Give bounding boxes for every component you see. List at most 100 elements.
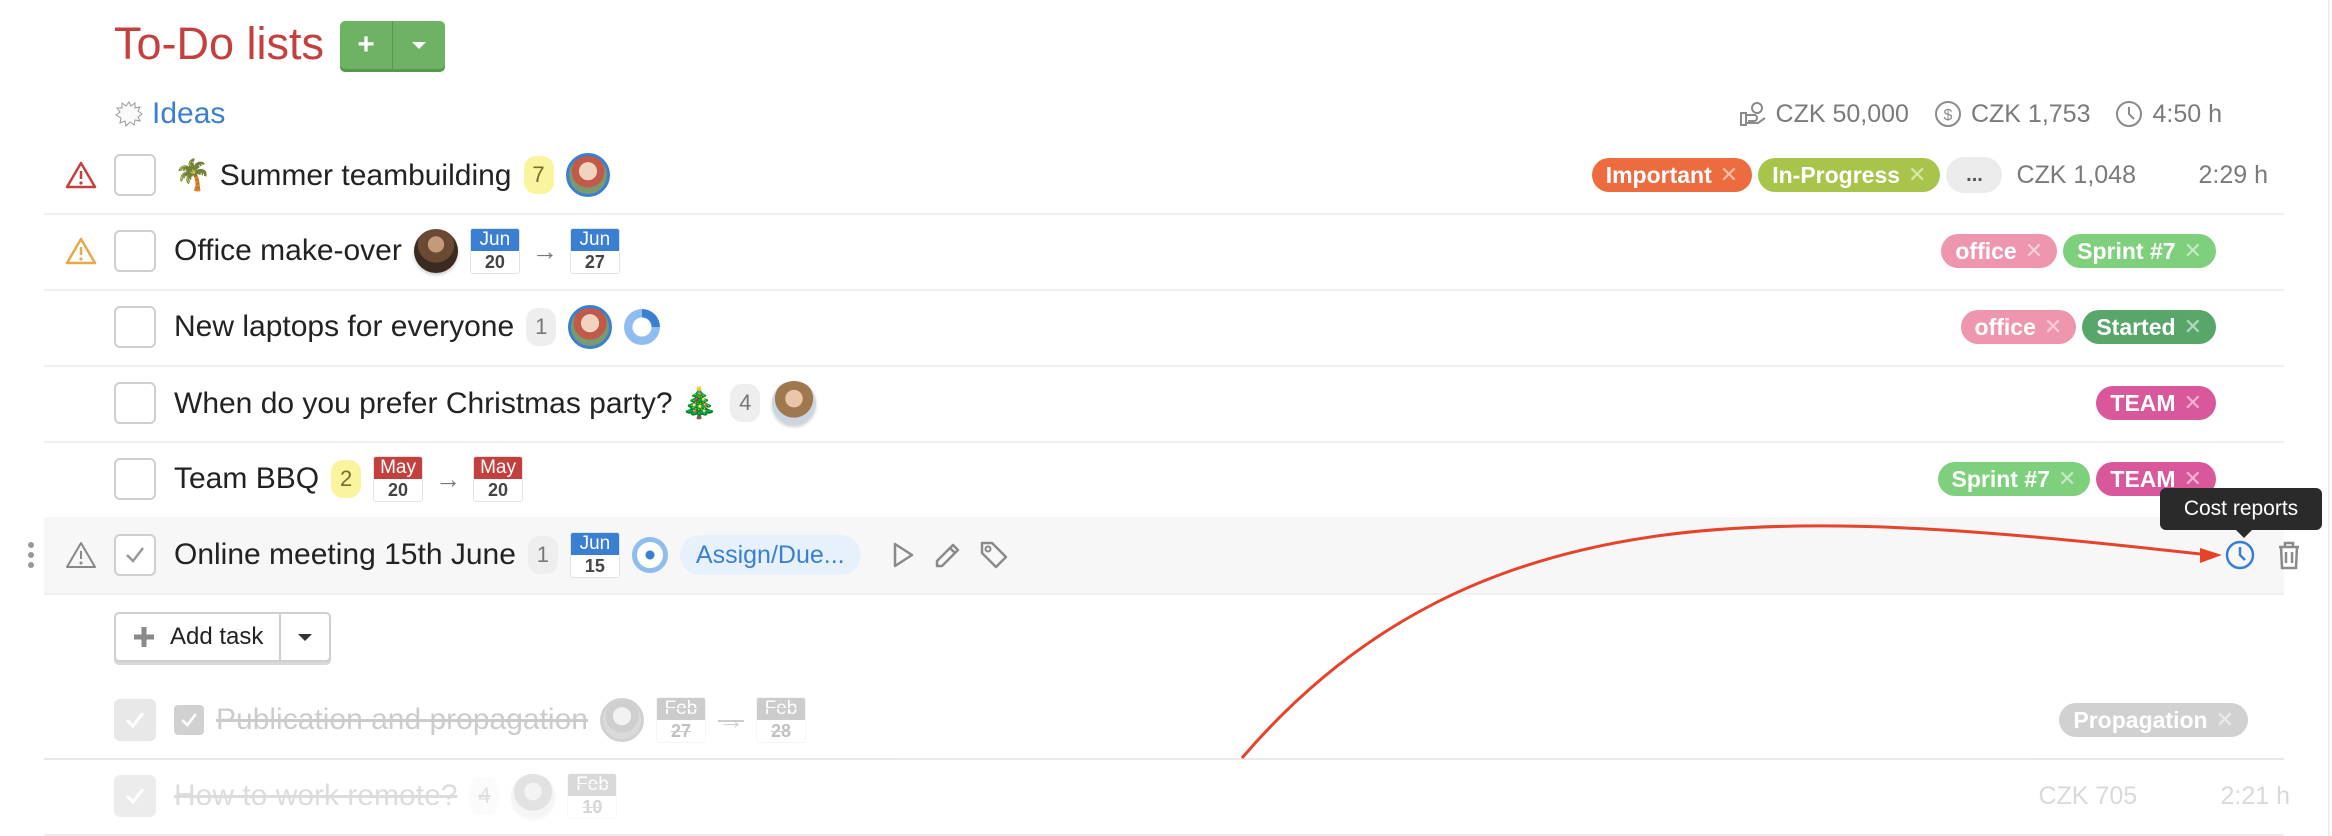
task-checkbox-checked[interactable] bbox=[114, 699, 156, 741]
comment-count-badge[interactable]: 7 bbox=[523, 156, 554, 194]
task-title[interactable]: 🌴 Summer teambuilding bbox=[174, 158, 512, 193]
plus-icon: + bbox=[357, 28, 375, 61]
due-date[interactable]: May 20 bbox=[473, 456, 524, 502]
remove-tag-icon[interactable]: ✕ bbox=[2058, 466, 2076, 492]
progress-donut bbox=[631, 537, 668, 573]
add-task-menu-button[interactable] bbox=[279, 614, 329, 660]
comment-count-badge[interactable]: 1 bbox=[526, 308, 557, 346]
task-checkbox[interactable] bbox=[114, 154, 156, 196]
task-row[interactable]: When do you prefer Christmas party? 🎄 4 … bbox=[44, 365, 2284, 443]
assignee-avatar[interactable] bbox=[565, 153, 610, 197]
clock-icon[interactable] bbox=[2224, 539, 2256, 571]
date-range-arrow-icon: → bbox=[717, 704, 744, 735]
tag-team[interactable]: TEAM ✕ bbox=[2096, 386, 2216, 420]
task-content: Publication and propagation Feb 27 → Feb 2… bbox=[174, 682, 806, 758]
comment-count-badge[interactable]: 2 bbox=[331, 460, 362, 498]
tag-important[interactable]: Important ✕ bbox=[1591, 158, 1753, 192]
task-title[interactable]: Team BBQ bbox=[174, 462, 319, 496]
drag-handle[interactable] bbox=[26, 517, 36, 593]
more-tags-button[interactable]: ... bbox=[1946, 157, 2003, 193]
add-list-button[interactable]: + bbox=[340, 21, 392, 69]
remove-tag-icon[interactable]: ✕ bbox=[2184, 314, 2202, 340]
remove-tag-icon[interactable]: ✕ bbox=[2216, 707, 2234, 733]
task-title[interactable]: When do you prefer Christmas party? 🎄 bbox=[174, 386, 718, 421]
task-title[interactable]: Online meeting 15th June bbox=[174, 538, 516, 572]
task-title[interactable]: How to work remote? bbox=[174, 779, 457, 813]
task-row[interactable]: Office make-over Jun 20 → Jun 27 office ✕ S… bbox=[44, 213, 2284, 291]
task-title[interactable]: Publication and propagation bbox=[216, 703, 588, 737]
due-date[interactable]: Feb 10 bbox=[567, 773, 618, 819]
thought-bubble-icon bbox=[115, 101, 143, 128]
remove-tag-icon[interactable]: ✕ bbox=[2025, 238, 2043, 264]
list-name-link[interactable]: Ideas bbox=[152, 97, 225, 131]
start-date[interactable]: May 20 bbox=[373, 456, 424, 502]
task-checkbox[interactable] bbox=[114, 230, 156, 272]
progress-donut bbox=[624, 309, 661, 345]
remove-tag-icon[interactable]: ✕ bbox=[2184, 238, 2202, 264]
task-checkbox[interactable] bbox=[114, 382, 156, 424]
budget-hand-icon bbox=[1739, 102, 1766, 126]
completed-task-row[interactable]: How to work remote? 4 Feb 10 CZK 705 2:21… bbox=[44, 758, 2290, 836]
budget-total: CZK 50,000 bbox=[1738, 99, 1909, 129]
task-checkbox[interactable] bbox=[114, 458, 156, 500]
task-content: Team BBQ 2 May 20 → May 20 bbox=[174, 441, 524, 517]
assignee-avatar[interactable] bbox=[511, 774, 556, 818]
task-checkbox[interactable] bbox=[114, 306, 156, 348]
remove-tag-icon[interactable]: ✕ bbox=[1908, 162, 1926, 188]
pencil-icon[interactable] bbox=[931, 538, 965, 572]
list-header: Ideas bbox=[114, 94, 225, 134]
tag-sprint-7[interactable]: Sprint #7 ✕ bbox=[2063, 234, 2216, 268]
remove-tag-icon[interactable]: ✕ bbox=[2044, 314, 2062, 340]
assignee-avatar[interactable] bbox=[599, 698, 644, 742]
task-title[interactable]: New laptops for everyone bbox=[174, 310, 514, 344]
tag-office[interactable]: office ✕ bbox=[1960, 310, 2077, 344]
due-date[interactable]: Feb 28 bbox=[755, 697, 806, 743]
tag-propagation[interactable]: Propagation ✕ bbox=[2059, 703, 2248, 737]
comment-count-badge[interactable]: 4 bbox=[730, 384, 761, 422]
page-title: To-Do lists bbox=[114, 18, 325, 69]
tag-sprint-7[interactable]: Sprint #7 ✕ bbox=[1937, 462, 2091, 496]
priority-icon[interactable] bbox=[64, 517, 100, 593]
dollar-circle-icon: $ bbox=[1934, 101, 1961, 127]
time-total: 4:50 h bbox=[2114, 99, 2222, 129]
start-date[interactable]: Feb 27 bbox=[655, 697, 706, 743]
task-row-hovered[interactable]: Online meeting 15th June 1 Jun 15 Assign/… bbox=[28, 517, 2299, 595]
start-date[interactable]: Jun 20 bbox=[469, 228, 520, 274]
checkbox-emoji-icon bbox=[174, 705, 204, 735]
tag-icon[interactable] bbox=[977, 538, 1011, 572]
trash-icon[interactable] bbox=[2274, 539, 2304, 571]
remove-tag-icon[interactable]: ✕ bbox=[1720, 162, 1738, 188]
date-range-arrow-icon: → bbox=[531, 235, 558, 266]
checkmark-icon bbox=[125, 712, 145, 729]
assignee-avatar[interactable] bbox=[568, 305, 613, 349]
play-icon[interactable] bbox=[885, 538, 919, 572]
task-content: Office make-over Jun 20 → Jun 27 bbox=[174, 213, 620, 289]
tag-office[interactable]: office ✕ bbox=[1941, 234, 2058, 268]
tag-started[interactable]: Started ✕ bbox=[2082, 310, 2216, 344]
priority-high-icon bbox=[64, 137, 100, 213]
assignee-avatar[interactable] bbox=[413, 229, 458, 273]
completed-task-row[interactable]: Publication and propagation Feb 27 → Feb 2… bbox=[44, 682, 2284, 760]
assignee-avatar[interactable] bbox=[772, 381, 817, 425]
add-list-menu-button[interactable] bbox=[392, 21, 445, 69]
tag-in-progress[interactable]: In-Progress ✕ bbox=[1758, 158, 1941, 192]
task-tags: Important ✕ In-Progress ✕ ... CZK 1,048 2:… bbox=[1591, 137, 2268, 213]
task-checkbox[interactable] bbox=[114, 534, 156, 576]
comment-count-badge[interactable]: 4 bbox=[469, 777, 500, 815]
task-title[interactable]: Office make-over bbox=[174, 234, 402, 268]
task-row[interactable]: New laptops for everyone 1 office ✕ Start… bbox=[44, 289, 2284, 367]
checkmark-icon bbox=[126, 547, 144, 563]
task-row[interactable]: Team BBQ 2 May 20 → May 20 Sprint #7 ✕ TEAM… bbox=[44, 441, 2284, 519]
plus-icon bbox=[134, 627, 154, 647]
task-cost: CZK 1,048 bbox=[2016, 160, 2136, 189]
due-date[interactable]: Jun 27 bbox=[569, 228, 620, 274]
assign-due-button[interactable]: Assign/Due... bbox=[679, 535, 861, 575]
task-checkbox-checked[interactable] bbox=[114, 775, 156, 817]
comment-count-badge[interactable]: 1 bbox=[527, 536, 558, 574]
remove-tag-icon[interactable]: ✕ bbox=[2184, 390, 2202, 416]
task-row[interactable]: 🌴 Summer teambuilding 7 Important ✕ In-Pr… bbox=[44, 137, 2284, 215]
add-task-button[interactable]: Add task bbox=[116, 614, 279, 660]
tooltip-cost-reports: Cost reports bbox=[2160, 488, 2322, 538]
due-date[interactable]: Jun 15 bbox=[569, 532, 620, 578]
task-tags: office ✕ Started ✕ bbox=[1960, 289, 2216, 365]
